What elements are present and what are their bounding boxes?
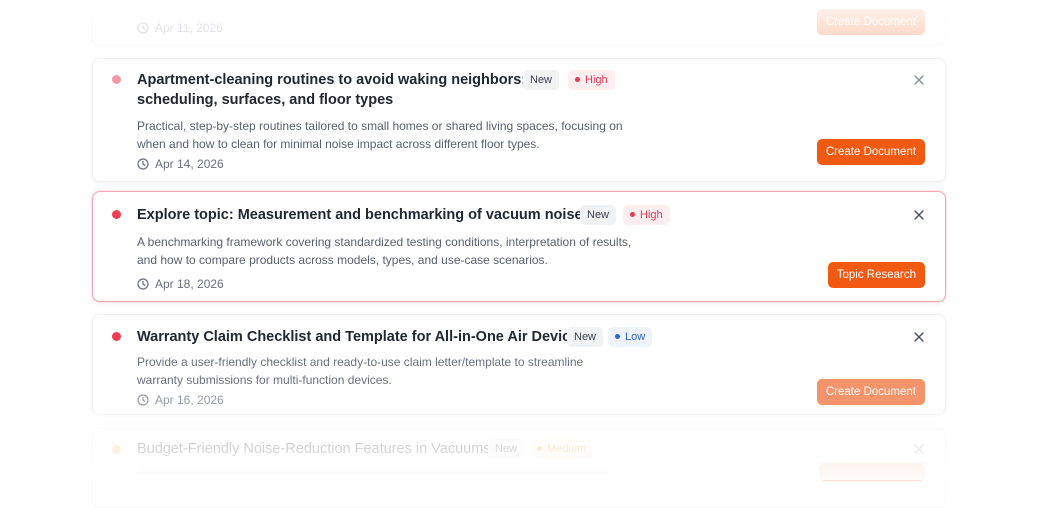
clock-icon <box>137 394 149 406</box>
button-placeholder <box>819 463 925 481</box>
create-document-button[interactable]: Create Document <box>816 139 925 165</box>
status-dot-icon <box>112 210 121 219</box>
description-line: and how to compare products across model… <box>137 253 548 267</box>
card-title-line: scheduling, surfaces, and floor types <box>137 92 394 108</box>
card-description: Provide a user-friendly checklist and re… <box>137 353 657 389</box>
clock-icon <box>137 278 149 290</box>
new-badge: New <box>580 205 617 225</box>
card-title: Apartment-cleaning routines to avoid wak… <box>137 70 526 110</box>
status-dot-icon <box>112 332 121 341</box>
suggestion-card: Warranty Claim Checklist and Template fo… <box>92 314 946 414</box>
clock-icon <box>137 158 149 170</box>
priority-badge: Low <box>608 327 653 347</box>
card-title: Budget-Friendly Noise-Reduction Features… <box>137 441 491 457</box>
card-title-line: Apartment-cleaning routines to avoid wak… <box>137 72 527 88</box>
new-badge: New <box>523 70 560 90</box>
clock-icon <box>137 22 149 34</box>
close-icon[interactable] <box>913 331 925 343</box>
description-placeholder <box>137 467 607 475</box>
new-badge: New <box>567 327 604 347</box>
card-date: Apr 14, 2026 <box>137 156 224 172</box>
suggestion-card: Apartment-cleaning routines to avoid wak… <box>92 58 946 182</box>
priority-label: High <box>585 74 608 86</box>
priority-badge: Medium <box>530 439 594 459</box>
suggestion-card: Apr 11, 2026 Create Document <box>92 0 946 46</box>
suggestion-list: Apr 11, 2026 Create Document Apartment-c… <box>0 0 1040 508</box>
topic-research-button[interactable]: Topic Research <box>827 262 925 288</box>
description-line: when and how to clean for minimal noise … <box>137 137 540 151</box>
priority-label: Medium <box>547 443 587 455</box>
status-dot-icon <box>112 445 121 454</box>
priority-dot-icon <box>537 445 542 451</box>
suggestion-card: Budget-Friendly Noise-Reduction Features… <box>92 428 946 508</box>
card-title: Explore topic: Measurement and benchmark… <box>137 207 583 223</box>
new-badge: New <box>488 439 525 459</box>
card-date: Apr 16, 2026 <box>137 392 224 408</box>
suggestion-card-selected: Explore topic: Measurement and benchmark… <box>92 191 946 302</box>
date-text: Apr 11, 2026 <box>155 21 223 35</box>
description-line: Practical, step-by-step routines tailore… <box>137 119 623 133</box>
priority-label: High <box>640 209 663 221</box>
description-line: Provide a user-friendly checklist and re… <box>137 355 584 369</box>
priority-dot-icon <box>575 76 580 82</box>
priority-dot-icon <box>630 211 635 217</box>
description-line: A benchmarking framework covering standa… <box>137 235 632 249</box>
status-dot-icon <box>112 75 121 84</box>
date-text: Apr 14, 2026 <box>155 157 224 171</box>
description-line: warranty submissions for multi-function … <box>137 373 392 387</box>
card-description: Practical, step-by-step routines tailore… <box>137 117 657 153</box>
date-text: Apr 16, 2026 <box>155 393 224 407</box>
card-title: Warranty Claim Checklist and Template fo… <box>137 329 587 345</box>
close-icon[interactable] <box>913 443 925 455</box>
card-date: Apr 18, 2026 <box>137 276 224 292</box>
priority-dot-icon <box>615 333 620 339</box>
priority-badge: High <box>568 70 615 90</box>
priority-badge: High <box>623 205 670 225</box>
card-date: Apr 11, 2026 <box>137 20 223 36</box>
create-document-button[interactable]: Create Document <box>816 9 925 35</box>
priority-label: Low <box>625 331 646 343</box>
date-text: Apr 18, 2026 <box>155 277 224 291</box>
create-document-button[interactable]: Create Document <box>816 379 925 405</box>
card-description: A benchmarking framework covering standa… <box>137 233 657 269</box>
close-icon[interactable] <box>913 74 925 86</box>
close-icon[interactable] <box>913 209 925 221</box>
